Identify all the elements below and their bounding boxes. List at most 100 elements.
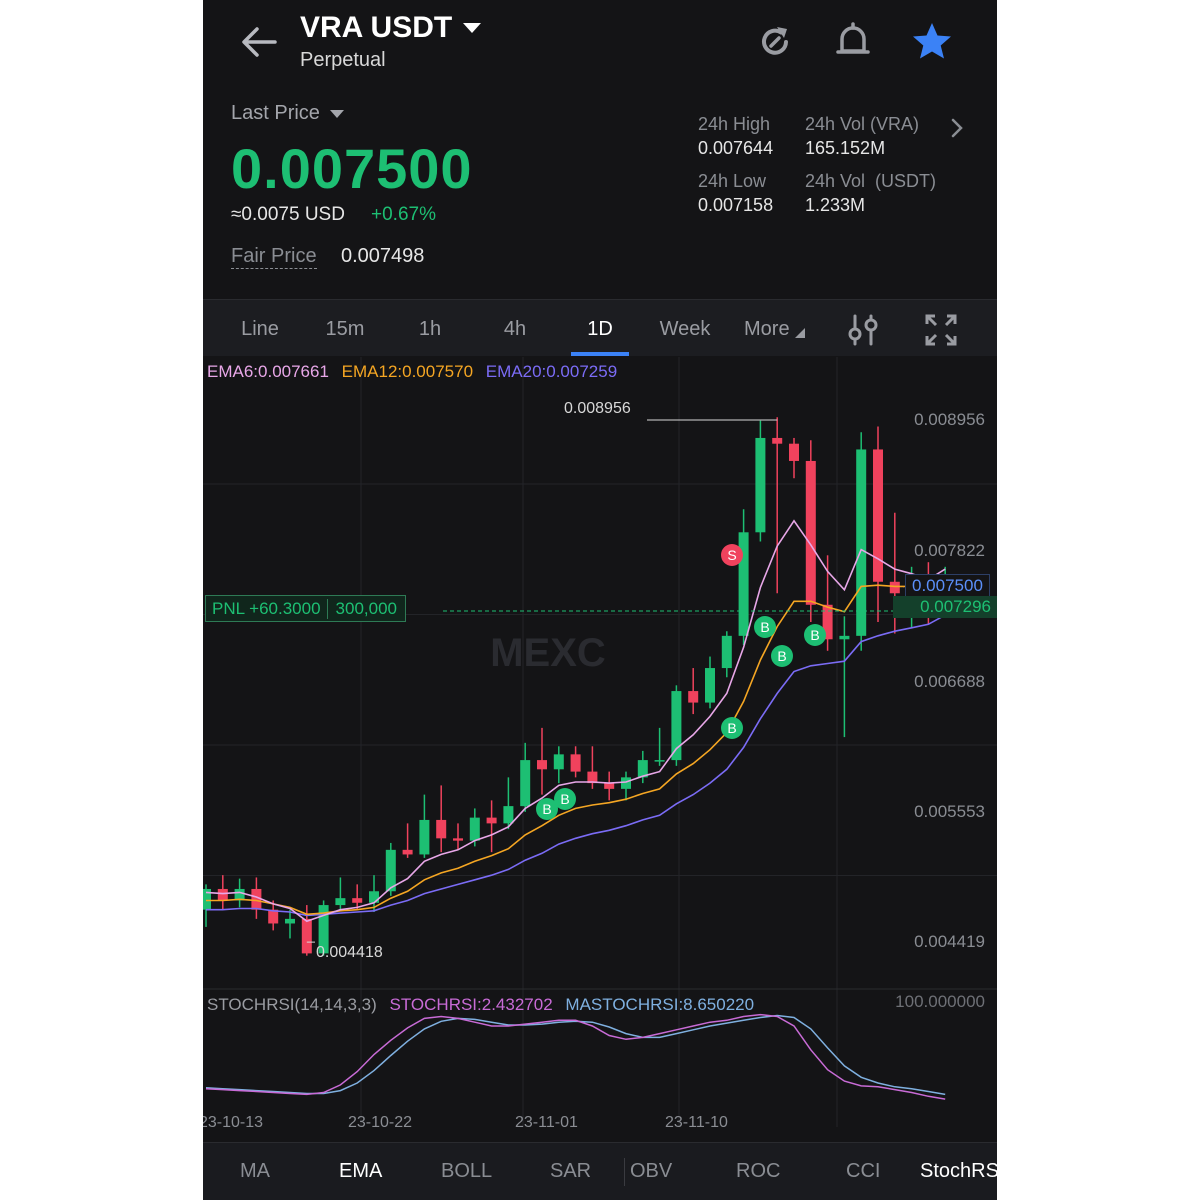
fullscreen-button[interactable]: [923, 312, 959, 348]
candle-down: [873, 449, 883, 582]
stochrsi-legend: STOCHRSI(14,14,3,3) STOCHRSI:2.432702 MA…: [207, 995, 754, 1015]
low-24h-label: 24h Low: [698, 171, 767, 191]
vol-usdt-value: 1.233M: [805, 195, 866, 215]
bell-icon: [836, 22, 870, 54]
price-alert-button[interactable]: [833, 20, 873, 62]
ema6-label: EMA6:0.007661: [207, 362, 329, 381]
price-change: +0.67%: [371, 204, 436, 225]
last-price: 0.007500: [231, 137, 473, 200]
candle-down: [805, 460, 816, 605]
price-chart[interactable]: MEXCBBSBBBB: [203, 357, 997, 1157]
min-price-label: 0.004418: [316, 944, 383, 961]
pnl-size: 300,000: [326, 598, 405, 619]
y-axis-label: 0.007822: [914, 541, 985, 560]
stochrsi-params: STOCHRSI(14,14,3,3): [207, 995, 377, 1014]
price-type-label: Last Price: [231, 102, 320, 124]
watermark-text: MEXC: [490, 631, 606, 675]
fair-price-value: 0.007498: [341, 245, 425, 267]
stochrsi-top-label: 100.000000: [895, 992, 985, 1011]
trade-marker-label: B: [727, 720, 736, 736]
candle-down: [436, 819, 447, 839]
caret-down-icon: [329, 109, 344, 118]
fair-price-label[interactable]: Fair Price: [231, 245, 317, 269]
tab-4h[interactable]: 4h: [475, 318, 555, 341]
current-price-tag: 0.007500: [905, 574, 990, 598]
tab-week[interactable]: Week: [645, 318, 725, 341]
tab-more[interactable]: More: [744, 318, 806, 341]
app-window: VRA USDT Perpetual Last Price 0.007500 ≈…: [203, 0, 997, 1200]
candle-up: [705, 668, 715, 703]
candle-down: [889, 581, 900, 594]
price-type-selector[interactable]: Last Price: [231, 102, 346, 125]
y-axis-label: 0.005553: [914, 802, 985, 821]
low-24h-value: 0.007158: [698, 195, 774, 215]
candle-down: [537, 760, 547, 770]
tab-1d-underline: [571, 352, 629, 356]
y-axis-label: 0.006688: [914, 672, 985, 691]
candle-up: [755, 437, 766, 533]
trade-marker-label: S: [727, 547, 736, 563]
y-axis-label: 0.008956: [914, 410, 985, 429]
divider: [624, 1158, 625, 1186]
tab-more-label: More: [744, 318, 790, 340]
vol-vra-label: 24h Vol (VRA): [805, 114, 920, 134]
candle-down: [789, 443, 799, 461]
tab-indicator-sar[interactable]: SAR: [550, 1160, 591, 1183]
trade-marker-label: B: [760, 619, 769, 635]
tab-indicator-roc[interactable]: ROC: [736, 1160, 780, 1183]
ema6-line: [205, 519, 946, 923]
candle-down: [604, 783, 615, 789]
tab-15m[interactable]: 15m: [305, 318, 385, 341]
favorite-button[interactable]: [910, 20, 954, 62]
tab-line[interactable]: Line: [220, 318, 300, 341]
ema-legend: EMA6:0.007661 EMA12:0.007570 EMA20:0.007…: [207, 362, 617, 382]
stats-more-button[interactable]: [945, 114, 969, 142]
trade-marker-label: B: [560, 791, 569, 807]
candle-up: [856, 449, 867, 636]
candle-up: [419, 819, 430, 855]
mastochrsi-line: [205, 1014, 946, 1096]
fullscreen-icon: [925, 314, 957, 346]
tab-indicator-obv[interactable]: OBV: [630, 1160, 672, 1183]
candle-down: [486, 817, 497, 824]
candle-up: [503, 806, 514, 824]
tab-indicator-cci[interactable]: CCI: [846, 1160, 880, 1183]
trade-marker-label: B: [810, 627, 819, 643]
candle-down: [217, 888, 228, 901]
x-axis-label: 23-11-01: [515, 1114, 578, 1131]
refresh-button[interactable]: [755, 22, 795, 62]
tab-1d[interactable]: 1D: [560, 318, 640, 341]
tab-indicator-ma[interactable]: MA: [240, 1160, 270, 1183]
back-arrow-icon: [242, 27, 277, 57]
ema12-label: EMA12:0.007570: [341, 362, 474, 381]
chevron-right-icon: [951, 118, 963, 138]
indicator-settings-button[interactable]: [845, 312, 881, 348]
candle-down: [772, 437, 783, 444]
candle-up: [369, 891, 379, 903]
stochrsi-label: STOCHRSI:2.432702: [389, 995, 553, 1014]
candle-down: [688, 691, 699, 703]
candle-up: [721, 635, 732, 669]
candle-down: [352, 898, 363, 903]
candle-down: [453, 838, 463, 841]
candle-up: [335, 898, 346, 906]
pair-selector[interactable]: VRA USDT: [300, 10, 484, 46]
trade-marker-label: B: [777, 648, 786, 664]
tab-indicator-boll[interactable]: BOLL: [441, 1160, 492, 1183]
tab-1h[interactable]: 1h: [390, 318, 470, 341]
tab-indicator-stochrsi[interactable]: StochRSI: [920, 1160, 997, 1183]
candle-down: [402, 849, 413, 855]
tab-indicator-ema[interactable]: EMA: [339, 1160, 382, 1183]
candle-up: [553, 754, 564, 770]
candle-up: [469, 817, 480, 841]
trade-marker-label: B: [542, 801, 551, 817]
pnl-badge[interactable]: PNL +60.3000 300,000: [205, 595, 406, 622]
candle-up: [839, 635, 850, 640]
x-axis-label: 23-10-22: [348, 1114, 413, 1131]
max-price-label: 0.008956: [564, 400, 631, 417]
x-axis-label: 23-10-13: [203, 1114, 264, 1131]
corner-caret-icon: [794, 328, 805, 338]
high-24h-label: 24h High: [698, 114, 771, 134]
back-button[interactable]: [237, 22, 281, 62]
star-icon: [913, 23, 951, 59]
